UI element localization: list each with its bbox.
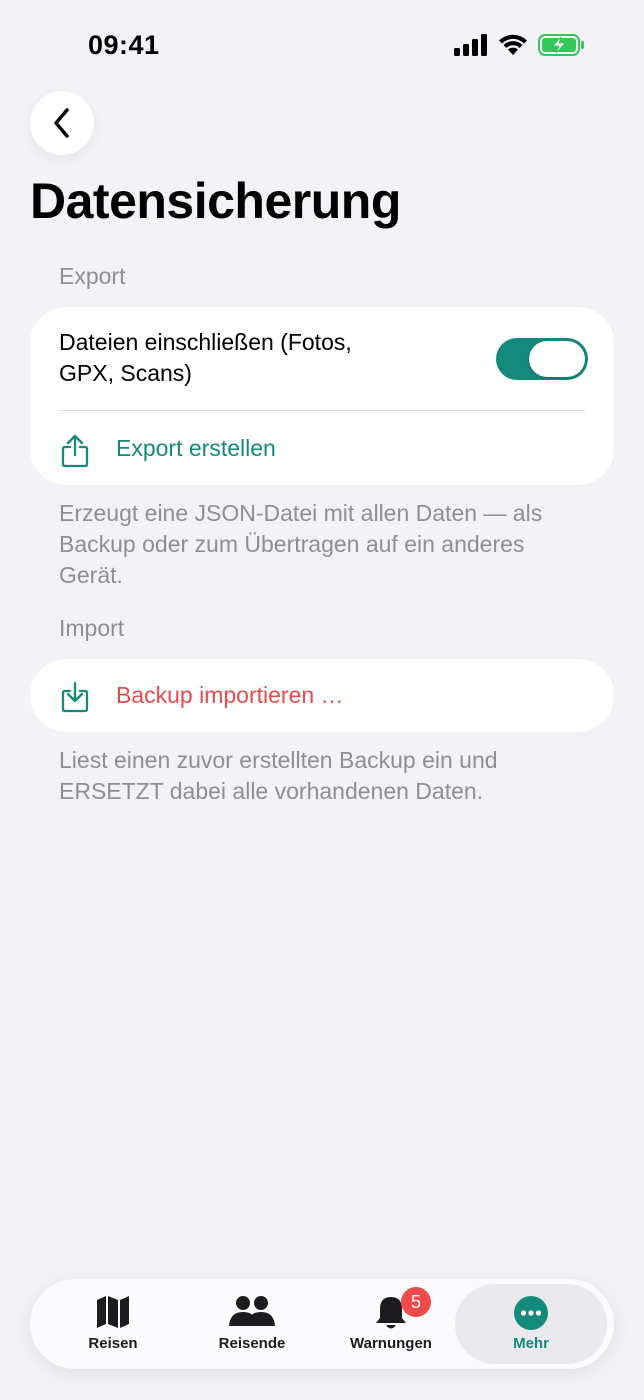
import-backup-button[interactable]: Backup importieren … [30, 659, 614, 732]
include-files-toggle[interactable] [496, 338, 588, 380]
tab-reisende[interactable]: Reisende [182, 1279, 322, 1369]
tab-mehr[interactable]: Mehr [455, 1284, 607, 1364]
status-icons [454, 34, 584, 56]
export-footnote: Erzeugt eine JSON-Datei mit allen Daten … [59, 500, 543, 588]
back-button[interactable] [30, 91, 94, 155]
include-files-label: Dateien einschließen (Fotos, GPX, Scans) [59, 329, 352, 386]
tab-warnungen[interactable]: 5 Warnungen [321, 1279, 461, 1369]
page-title: Datensicherung [30, 173, 401, 229]
export-section-label: Export [59, 263, 126, 289]
notification-badge: 5 [401, 1287, 431, 1317]
import-card: Backup importieren … [30, 659, 614, 732]
tab-label: Reisende [218, 1335, 286, 1352]
status-bar: 09:41 [0, 0, 644, 96]
import-section-label: Import [59, 615, 125, 641]
wifi-icon [499, 34, 527, 55]
people-icon [229, 1296, 275, 1326]
tab-label: Mehr [513, 1335, 549, 1352]
toggle-knob [529, 341, 585, 377]
share-export-icon [61, 434, 89, 468]
tab-label: Reisen [88, 1335, 138, 1352]
chevron-left-icon [54, 108, 69, 138]
cellular-signal-icon [454, 34, 487, 56]
import-download-icon [61, 681, 89, 713]
import-backup-label: Backup importieren … [116, 682, 344, 708]
import-footnote: Liest einen zuvor erstellten Backup ein … [59, 747, 498, 804]
export-card: Dateien einschließen (Fotos, GPX, Scans)… [30, 307, 614, 485]
more-icon [514, 1296, 548, 1330]
map-icon [97, 1296, 129, 1328]
tab-label: Warnungen [350, 1335, 432, 1352]
export-create-label: Export erstellen [116, 435, 276, 461]
export-create-button[interactable]: Export erstellen [30, 411, 614, 485]
battery-charging-icon [538, 34, 584, 56]
tab-bar: Reisen Reisende 5 Warnungen Mehr [30, 1279, 614, 1369]
tab-reisen[interactable]: Reisen [43, 1279, 183, 1369]
status-time: 09:41 [88, 30, 160, 60]
